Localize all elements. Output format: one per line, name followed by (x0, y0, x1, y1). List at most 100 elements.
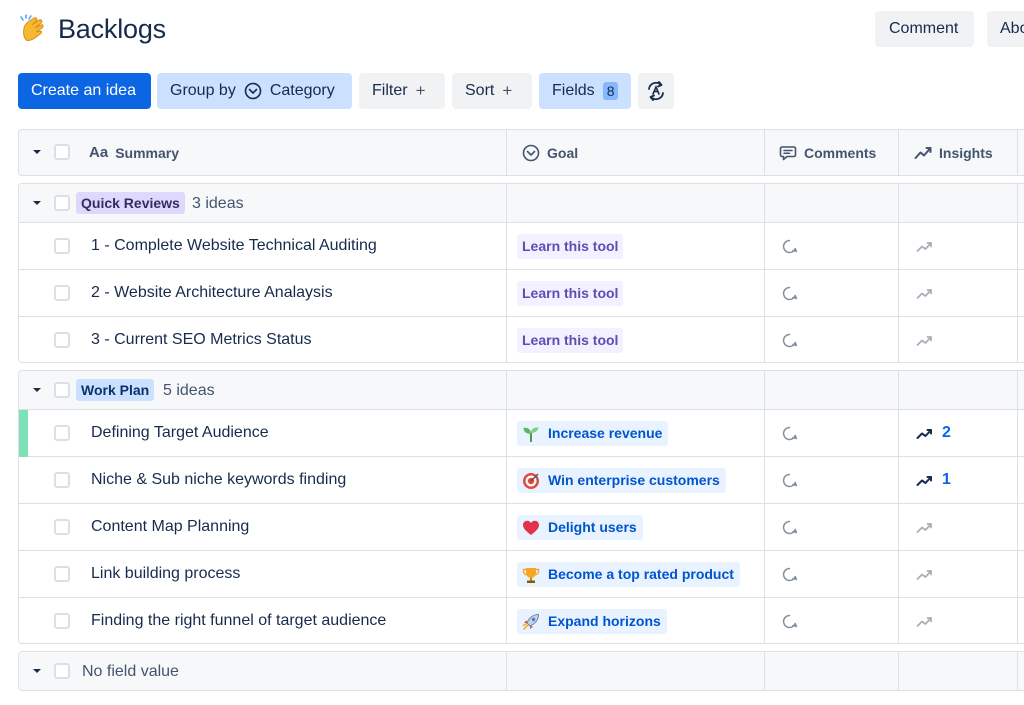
clapping-hands-icon (20, 14, 44, 41)
goal-badge[interactable]: Become a top rated product (517, 562, 740, 587)
group-quick-reviews: Quick Reviews 3 ideas 1 - Complete Websi… (18, 183, 1024, 363)
insights-trend-icon[interactable] (916, 613, 933, 630)
text-field-icon: Aa (89, 144, 109, 161)
table-row[interactable]: 2 - Website Architecture Analaysis Learn… (19, 270, 1024, 317)
group-no-field-value: No field value (18, 651, 1024, 691)
group-by-button[interactable]: Group by Category (157, 73, 352, 109)
goal-badge[interactable]: Learn this tool (517, 234, 624, 259)
goal-badge[interactable]: Learn this tool (517, 281, 624, 306)
table-row[interactable]: 3 - Current SEO Metrics Status Learn thi… (19, 317, 1024, 362)
row-checkbox[interactable] (54, 425, 70, 441)
comments-column-header[interactable]: Comments (779, 130, 876, 175)
select-all-checkbox[interactable] (54, 144, 70, 160)
group-by-label: Group by (170, 82, 236, 99)
table-row[interactable]: 1 - Complete Website Technical Auditing … (19, 223, 1024, 270)
goal-badge[interactable]: Expand horizons (517, 609, 667, 634)
summary-header-label: Summary (115, 144, 179, 161)
plus-icon: + (415, 81, 426, 100)
page-title: Backlogs (58, 14, 166, 44)
comment-icon[interactable] (782, 239, 797, 254)
row-summary[interactable]: Finding the right funnel of target audie… (91, 598, 386, 643)
table-row[interactable]: Content Map Planning Delight users (19, 504, 1024, 551)
goal-badge[interactable]: Delight users (517, 515, 643, 540)
row-checkbox[interactable] (54, 613, 70, 629)
row-checkbox[interactable] (54, 332, 70, 348)
sort-button[interactable]: Sort + (452, 73, 532, 109)
table-row[interactable]: Niche & Sub niche keywords finding Win e… (19, 457, 1024, 504)
create-idea-button[interactable]: Create an idea (18, 73, 151, 109)
goal-label: Delight users (548, 519, 637, 535)
plus-icon: + (502, 81, 513, 100)
goal-badge[interactable]: Win enterprise customers (517, 468, 726, 493)
group-label: Work Plan (76, 379, 155, 401)
row-summary[interactable]: Link building process (91, 551, 240, 597)
table-row[interactable]: Link building process Become a top rated… (19, 551, 1024, 598)
row-summary[interactable]: 1 - Complete Website Technical Auditing (91, 223, 377, 269)
sort-label: Sort (465, 82, 495, 99)
comment-icon[interactable] (782, 567, 797, 582)
insights-trend-icon[interactable] (916, 332, 933, 349)
table-row[interactable]: Defining Target Audience Increase revenu… (19, 410, 1024, 457)
summary-column-header[interactable]: Aa Summary (89, 130, 179, 175)
row-checkbox[interactable] (54, 472, 70, 488)
goal-badge[interactable]: Learn this tool (517, 328, 624, 353)
comment-icon[interactable] (782, 473, 797, 488)
comment-icon[interactable] (782, 614, 797, 629)
about-button[interactable]: About (987, 11, 1024, 47)
insights-trend-icon[interactable] (916, 285, 933, 302)
row-summary[interactable]: Defining Target Audience (91, 410, 269, 456)
comments-header-label: Comments (804, 144, 877, 161)
group-header-row[interactable]: Work Plan 5 ideas (19, 371, 1024, 410)
chevron-down-icon[interactable] (31, 665, 43, 677)
insights-count[interactable]: 2 (942, 410, 951, 456)
group-header-row[interactable]: No field value (19, 652, 1024, 690)
group-checkbox[interactable] (54, 382, 70, 398)
insights-trend-icon[interactable] (916, 425, 933, 442)
comment-button[interactable]: Comment (875, 11, 974, 47)
insights-trend-icon[interactable] (916, 519, 933, 536)
target-icon (523, 472, 539, 489)
comment-icon[interactable] (782, 520, 797, 535)
goal-column-header[interactable]: Goal (522, 130, 578, 175)
create-idea-label: Create an idea (31, 82, 136, 99)
row-summary[interactable]: Content Map Planning (91, 504, 249, 550)
page-header: Backlogs Comment About (0, 0, 1024, 62)
table-header-row: Aa Summary Goal Comments Insights (18, 129, 1024, 176)
chevron-circle-icon (522, 144, 540, 161)
filter-button[interactable]: Filter + (359, 73, 445, 109)
chevron-down-icon[interactable] (31, 384, 43, 396)
row-summary[interactable]: Niche & Sub niche keywords finding (91, 457, 346, 503)
fields-label: Fields (552, 82, 595, 99)
insights-trend-icon[interactable] (916, 238, 933, 255)
insights-trend-icon[interactable] (916, 472, 933, 489)
group-checkbox[interactable] (54, 195, 70, 211)
rocket-icon (522, 613, 539, 630)
group-checkbox[interactable] (54, 663, 70, 679)
insights-column-header[interactable]: Insights (914, 130, 993, 175)
fields-button[interactable]: Fields 8 (539, 73, 631, 109)
comment-icon[interactable] (782, 333, 797, 348)
comment-icon[interactable] (782, 286, 797, 301)
row-summary[interactable]: 2 - Website Architecture Analaysis (91, 270, 333, 316)
row-checkbox[interactable] (54, 238, 70, 254)
row-checkbox[interactable] (54, 285, 70, 301)
goal-label: Win enterprise customers (548, 472, 720, 488)
row-checkbox[interactable] (54, 519, 70, 535)
sync-language-icon (648, 81, 664, 101)
translate-sync-button[interactable] (638, 73, 674, 109)
trophy-icon (522, 567, 540, 583)
insights-count[interactable]: 1 (942, 457, 951, 503)
goal-badge[interactable]: Increase revenue (517, 421, 669, 446)
chevron-down-icon[interactable] (31, 146, 43, 158)
table-row[interactable]: Finding the right funnel of target audie… (19, 598, 1024, 643)
goal-label: Become a top rated product (548, 566, 734, 582)
group-by-value: Category (269, 82, 335, 99)
group-header-row[interactable]: Quick Reviews 3 ideas (19, 184, 1024, 223)
insights-trend-icon[interactable] (916, 566, 933, 583)
fields-count-badge: 8 (602, 82, 619, 100)
row-checkbox[interactable] (54, 566, 70, 582)
group-count: 5 ideas (163, 382, 215, 399)
row-summary[interactable]: 3 - Current SEO Metrics Status (91, 317, 312, 362)
comment-icon[interactable] (782, 426, 797, 441)
chevron-down-icon[interactable] (31, 197, 43, 209)
